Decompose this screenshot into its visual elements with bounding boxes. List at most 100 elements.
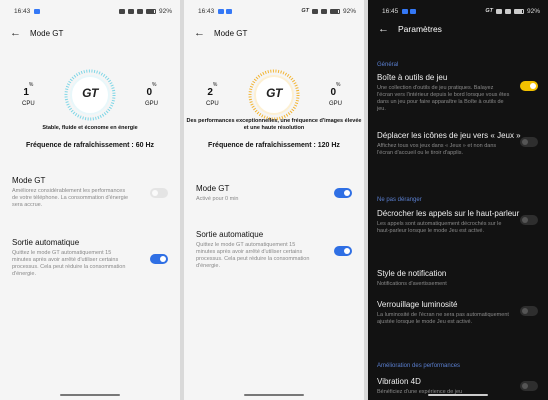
gt-status-badge: GT (485, 8, 493, 14)
section-do-not-disturb: Ne pas déranger (377, 197, 422, 203)
move-icons-toggle[interactable] (520, 137, 538, 147)
mode-gt-title: Mode GT (12, 176, 46, 185)
brightness-lock-title: Verrouillage luminosité (377, 300, 458, 309)
section-performance: Amélioration des performances (377, 363, 461, 369)
status-time: 16:43 (198, 7, 215, 15)
toolbox-desc: Une collection d'outils de jeu pratiques… (377, 85, 510, 112)
cpu-unit: % (28, 82, 34, 88)
notification-icon (410, 8, 417, 14)
battery-level: 92% (526, 7, 540, 15)
gt-status-badge: GT (301, 8, 309, 14)
gpu-usage: 0% GPU (145, 82, 158, 107)
screen-gt-mode-off: 16:43 92% ← Mode GT 1% CPU GT 0% GPU Sta… (0, 0, 180, 400)
notification-icon (218, 8, 225, 14)
toolbox-toggle[interactable] (520, 81, 538, 91)
screen-game-settings: 16:45 GT 92% ← Paramètres Général Boîte … (368, 0, 548, 400)
gpu-label: GPU (328, 101, 342, 107)
battery-icon (145, 8, 156, 14)
signal-icon (504, 8, 511, 14)
home-indicator[interactable] (244, 394, 304, 396)
gpu-label: GPU (144, 101, 158, 107)
speaker-title: Décrocher les appels sur le haut-parleur (377, 209, 520, 218)
auto-exit-desc: Quittez le mode GT automatiquement 15 mi… (12, 250, 126, 277)
bluetooth-icon (311, 8, 318, 14)
notification-style-value: Notifications d'avertissement (377, 281, 447, 287)
cpu-usage: 1% CPU (22, 82, 35, 107)
move-icons-desc: Affichez tous vos jeux dans « Jeux » et … (377, 143, 497, 156)
move-icons-row[interactable]: Déplacer les icônes de jeu vers « Jeux »… (377, 131, 538, 157)
gt-logo: GT (82, 86, 98, 100)
vibration-title: Vibration 4D (377, 377, 421, 386)
notification-icon (226, 8, 233, 14)
page-title: Mode GT (30, 28, 64, 38)
notification-icon (402, 8, 409, 14)
status-time: 16:43 (14, 7, 31, 15)
home-indicator[interactable] (60, 394, 120, 396)
auto-exit-toggle[interactable] (334, 246, 352, 256)
cpu-label: CPU (206, 101, 219, 107)
home-indicator[interactable] (428, 394, 488, 396)
refresh-rate: Fréquence de rafraîchissement : 120 Hz (208, 142, 340, 149)
cpu-unit: % (212, 82, 218, 88)
page-title: Paramètres (398, 24, 442, 34)
speaker-toggle[interactable] (520, 215, 538, 225)
signal-icon (136, 8, 143, 14)
auto-exit-title: Sortie automatique (196, 230, 264, 239)
mode-gt-toggle[interactable] (334, 188, 352, 198)
gpu-value: 0 (330, 87, 337, 98)
brightness-lock-row[interactable]: Verrouillage luminosité La luminosité de… (377, 300, 538, 326)
brightness-lock-desc: La luminosité de l'écran ne sera pas aut… (377, 312, 509, 325)
performance-gauge: 1% CPU GT 0% GPU (0, 68, 180, 126)
back-arrow-icon[interactable]: ← (194, 27, 208, 39)
mode-gt-desc: Améliorez considérablement les performan… (12, 188, 129, 208)
toolbox-title: Boîte à outils de jeu (377, 73, 448, 82)
speaker-desc: Les appels sont automatiquement décroché… (377, 221, 502, 234)
signal-icon (320, 8, 327, 14)
notification-icon (34, 8, 41, 14)
toolbox-row[interactable]: Boîte à outils de jeu Une collection d'o… (377, 73, 538, 113)
status-bar: 16:45 GT 92% (382, 6, 540, 16)
auto-exit-toggle[interactable] (150, 254, 168, 264)
auto-exit-row[interactable]: Sortie automatique Quittez le mode GT au… (196, 230, 352, 270)
battery-icon (329, 8, 340, 14)
battery-level: 92% (158, 7, 172, 15)
auto-exit-title: Sortie automatique (12, 238, 80, 247)
battery-level: 92% (342, 7, 356, 15)
cpu-label: CPU (22, 101, 35, 107)
mode-gt-title: Mode GT (196, 184, 230, 193)
vibration-toggle[interactable] (520, 381, 538, 391)
back-arrow-icon[interactable]: ← (10, 27, 24, 39)
back-arrow-icon[interactable]: ← (378, 23, 392, 35)
auto-exit-row[interactable]: Sortie automatique Quittez le mode GT au… (12, 238, 168, 278)
notification-style-title: Style de notification (377, 269, 447, 278)
mode-tagline: Des performances exceptionnelles, une fr… (186, 118, 362, 131)
status-bar: 16:43 GT 92% (198, 6, 356, 16)
cpu-value: 2 (207, 87, 213, 98)
gpu-unit: % (152, 82, 157, 88)
mode-gt-toggle[interactable] (150, 188, 168, 198)
notification-style-row[interactable]: Style de notification Notifications d'av… (377, 269, 538, 288)
mode-gt-row[interactable]: Mode GT Activé pour 0 min (196, 184, 352, 203)
bluetooth-icon (127, 8, 134, 14)
gpu-unit: % (336, 82, 341, 88)
battery-icon (513, 8, 524, 14)
status-bar: 16:43 92% (14, 6, 172, 16)
mode-gt-desc: Activé pour 0 min (196, 196, 239, 202)
gpu-value: 0 (146, 87, 153, 98)
cpu-value: 1 (23, 87, 29, 98)
move-icons-title: Déplacer les icônes de jeu vers « Jeux » (377, 131, 521, 140)
screen-gt-mode-on: 16:43 GT 92% ← Mode GT 2% CPU GT 0% GPU … (184, 0, 364, 400)
section-general: Général (377, 62, 399, 68)
gt-logo: GT (266, 86, 282, 100)
mode-gt-row[interactable]: Mode GT Améliorez considérablement les p… (12, 176, 168, 209)
gpu-usage: 0% GPU (329, 82, 342, 107)
auto-exit-desc: Quittez le mode GT automatiquement 15 mi… (196, 242, 310, 269)
page-title: Mode GT (214, 28, 248, 38)
status-time: 16:45 (382, 7, 399, 15)
speaker-row[interactable]: Décrocher les appels sur le haut-parleur… (377, 209, 538, 235)
brightness-lock-toggle[interactable] (520, 306, 538, 316)
mode-tagline: Stable, fluide et économe en énergie (42, 125, 138, 131)
mute-icon (118, 8, 125, 14)
refresh-rate: Fréquence de rafraîchissement : 60 Hz (26, 142, 154, 149)
bluetooth-icon (495, 8, 502, 14)
